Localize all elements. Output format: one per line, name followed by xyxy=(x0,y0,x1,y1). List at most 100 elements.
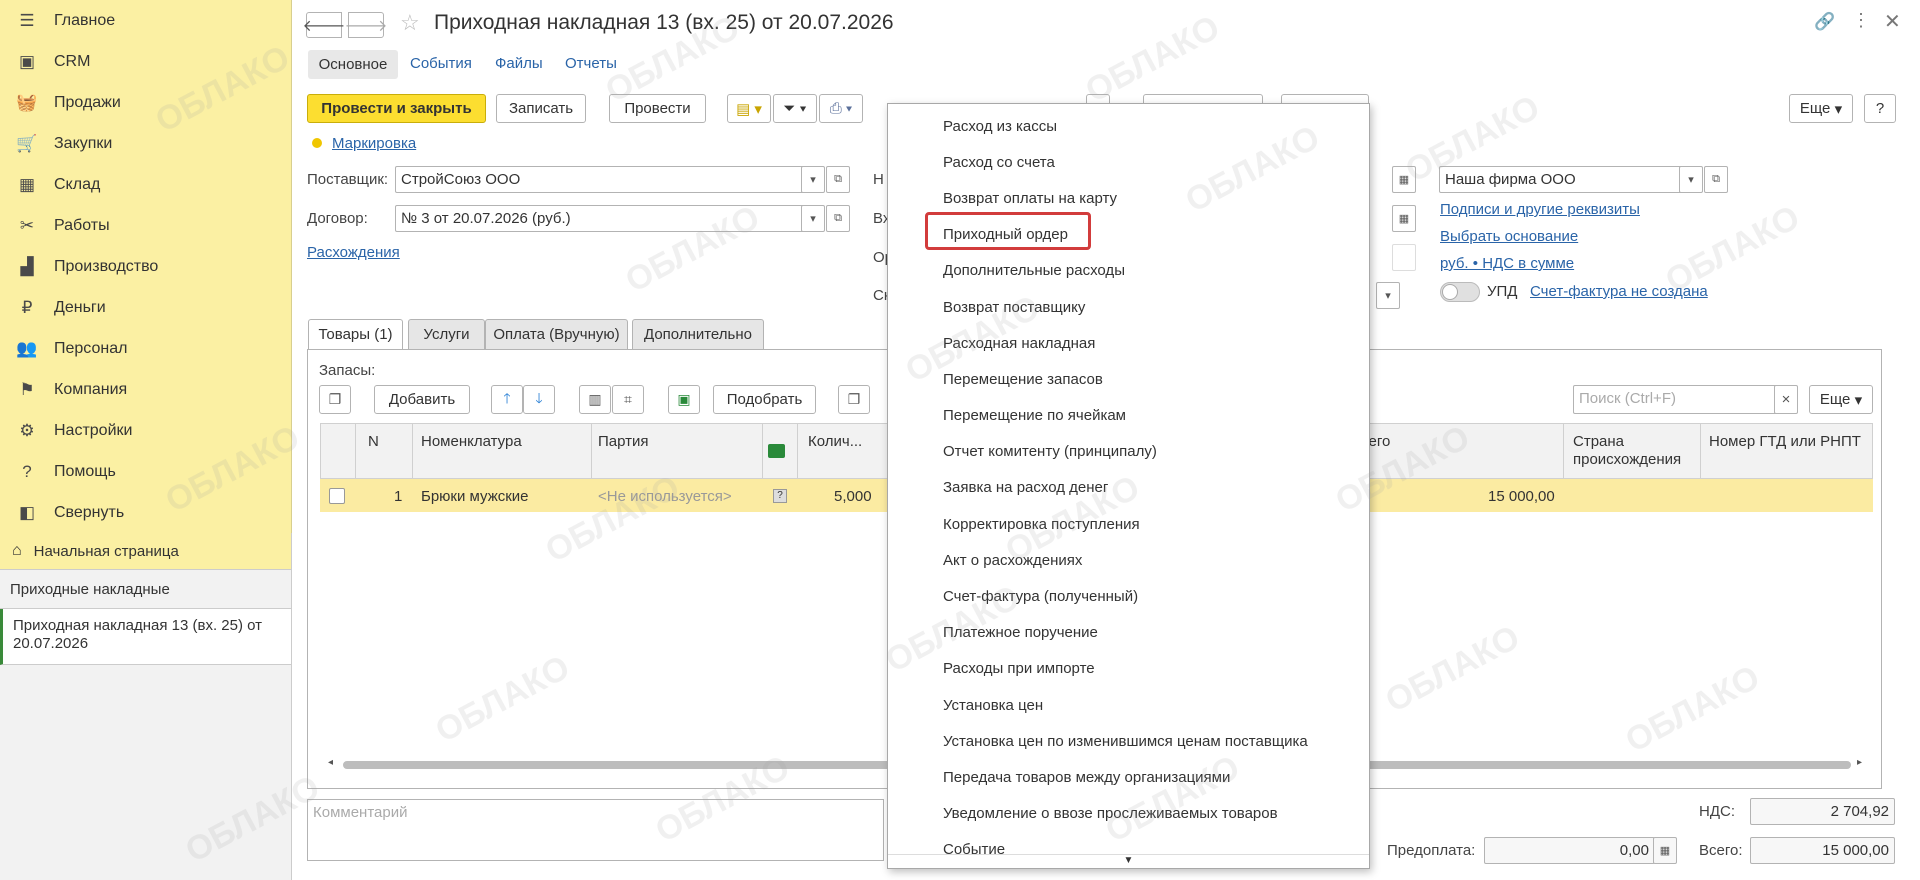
warehouse-dropdown-button[interactable]: ▾ xyxy=(1376,282,1400,309)
sidebar-item[interactable]: ⚑ Компания xyxy=(0,369,291,410)
search-clear-button[interactable]: × xyxy=(1774,385,1798,414)
supplier-field[interactable]: СтройСоюз ООО xyxy=(395,166,805,193)
choose-basis-link[interactable]: Выбрать основание xyxy=(1440,228,1578,245)
hidden-dropdown-button[interactable] xyxy=(1392,244,1416,271)
vat-mode-link[interactable]: руб. • НДС в сумме xyxy=(1440,255,1574,272)
barcode-button[interactable]: ▥ xyxy=(579,385,611,414)
supplier-open-button[interactable]: ⧉ xyxy=(826,166,850,193)
upd-toggle[interactable] xyxy=(1440,282,1480,302)
tab-services[interactable]: Услуги xyxy=(408,319,485,350)
cell-batch[interactable]: <Не используется> xyxy=(598,488,732,505)
scroll-right-icon[interactable]: ▸ xyxy=(1857,757,1862,768)
move-down-button[interactable]: 🡓 xyxy=(523,385,555,414)
dropdown-menu-item[interactable]: Расходная накладная xyxy=(888,325,1369,361)
organization-dropdown-button[interactable]: ▾ xyxy=(1679,166,1703,193)
tab-files[interactable]: Файлы xyxy=(495,55,543,72)
marking-link[interactable]: Маркировка xyxy=(332,135,416,152)
add-row-button[interactable]: Добавить xyxy=(374,385,470,414)
back-button[interactable]: 🡐 xyxy=(303,12,345,38)
dropdown-menu-item[interactable]: Расходы при импорте xyxy=(888,651,1369,687)
sidebar-item[interactable]: 🛒 Закупки xyxy=(0,123,291,164)
paste-button[interactable]: ❐ xyxy=(838,385,870,414)
more-vertical-icon[interactable]: ⋮ xyxy=(1852,10,1870,31)
link-icon[interactable]: 🔗 xyxy=(1814,12,1835,32)
invoice-status-link[interactable]: Счет-фактура не создана xyxy=(1530,283,1708,300)
sidebar-item[interactable]: ? Помощь xyxy=(0,451,291,492)
sidebar-item[interactable]: 🧺 Продажи xyxy=(0,82,291,123)
cell-item[interactable]: Брюки мужские xyxy=(421,488,529,505)
row-checkbox[interactable] xyxy=(329,488,345,504)
copy-rows-button[interactable]: ❐ xyxy=(319,385,351,414)
sidebar-item[interactable]: ▟ Производство xyxy=(0,246,291,287)
prepay-calc-button[interactable]: ▦ xyxy=(1653,837,1677,864)
dropdown-menu-item[interactable]: Акт о расхождениях xyxy=(888,542,1369,578)
post-button[interactable]: Провести xyxy=(609,94,706,123)
print-button[interactable]: ⎙ ▾ xyxy=(819,94,863,123)
tab-events[interactable]: События xyxy=(410,55,472,72)
cell-total[interactable]: 15 000,00 xyxy=(1488,488,1555,505)
dropdown-menu-item[interactable]: Дополнительные расходы xyxy=(888,253,1369,289)
sidebar-item[interactable]: ₽ Деньги xyxy=(0,287,291,328)
tab-goods[interactable]: Товары (1) xyxy=(308,319,403,350)
open-document-link[interactable]: Приходная накладная 13 (вх. 25) от 20.07… xyxy=(0,609,291,665)
sidebar-item[interactable]: ▦ Склад xyxy=(0,164,291,205)
sidebar-item[interactable]: 👥 Персонал xyxy=(0,328,291,369)
price-column-icon xyxy=(768,444,785,458)
dropdown-menu-item[interactable]: Расход со счета xyxy=(888,144,1369,180)
tab-payment[interactable]: Оплата (Вручную) xyxy=(485,319,628,350)
dropdown-menu-item[interactable]: Счет-фактура (полученный) xyxy=(888,578,1369,614)
move-up-button[interactable]: 🡑 xyxy=(491,385,523,414)
supplier-dropdown-button[interactable]: ▾ xyxy=(801,166,825,193)
contract-field[interactable]: № 3 от 20.07.2026 (руб.) xyxy=(395,205,805,232)
open-list-link[interactable]: Приходные накладные xyxy=(0,570,291,609)
discrepancies-link[interactable]: Расхождения xyxy=(307,244,400,261)
forward-button[interactable]: 🡒 xyxy=(345,12,387,38)
dropdown-menu-item[interactable]: Перемещение запасов xyxy=(888,361,1369,397)
sidebar-item[interactable]: ☰ Главное xyxy=(0,0,291,41)
dropdown-menu-item[interactable]: Передача товаров между организациями xyxy=(888,759,1369,795)
tab-main[interactable]: Основное xyxy=(308,50,398,79)
incoming-date-calendar-button[interactable]: ▦ xyxy=(1392,205,1416,232)
scroll-down-arrow-icon[interactable]: ▼ xyxy=(888,854,1369,868)
contract-open-button[interactable]: ⧉ xyxy=(826,205,850,232)
dropdown-menu-item[interactable]: Отчет комитенту (принципалу) xyxy=(888,434,1369,470)
tab-reports[interactable]: Отчеты xyxy=(565,55,617,72)
dropdown-menu-item[interactable]: Корректировка поступления xyxy=(888,506,1369,542)
contract-dropdown-button[interactable]: ▾ xyxy=(801,205,825,232)
sidebar-item[interactable]: ◧ Свернуть xyxy=(0,492,291,533)
dropdown-menu-item[interactable]: Перемещение по ячейкам xyxy=(888,398,1369,434)
dropdown-menu-item[interactable]: Возврат поставщику xyxy=(888,289,1369,325)
grid-more-button[interactable]: Еще ▾ xyxy=(1809,385,1873,414)
scanner-button[interactable]: ⌗ xyxy=(612,385,644,414)
more-button[interactable]: Еще ▾ xyxy=(1789,94,1853,123)
scroll-left-icon[interactable]: ◂ xyxy=(328,757,333,768)
dropdown-menu-item[interactable]: Платежное поручение xyxy=(888,615,1369,651)
cell-qty[interactable]: 5,000 xyxy=(834,488,872,505)
sidebar-item[interactable]: ⚙ Настройки xyxy=(0,410,291,451)
help-button[interactable]: ? xyxy=(1864,94,1896,123)
dropdown-menu-item[interactable]: Заявка на расход денег xyxy=(888,470,1369,506)
create-based-on-button[interactable]: ▤ ▾ xyxy=(727,94,771,123)
dropdown-menu-item[interactable]: Уведомление о ввозе прослеживаемых товар… xyxy=(888,796,1369,832)
home-page-link[interactable]: ⌂ Начальная страница xyxy=(0,533,291,570)
signatures-link[interactable]: Подписи и другие реквизиты xyxy=(1440,201,1640,218)
organization-open-button[interactable]: ⧉ xyxy=(1704,166,1728,193)
pick-button[interactable]: Подобрать xyxy=(713,385,816,414)
favorite-star-icon[interactable]: ☆ xyxy=(400,10,420,36)
search-input[interactable]: Поиск (Ctrl+F) xyxy=(1573,385,1777,414)
sidebar-item[interactable]: ▣ CRM xyxy=(0,41,291,82)
tab-additional[interactable]: Дополнительно xyxy=(632,319,764,350)
date-calendar-button[interactable]: ▦ xyxy=(1392,166,1416,193)
organization-field[interactable]: Наша фирма ООО xyxy=(1439,166,1683,193)
dropdown-menu-item[interactable]: Установка цен xyxy=(888,687,1369,723)
filter-button[interactable]: ⏷ ▾ xyxy=(773,94,817,123)
sidebar-item[interactable]: ✂ Работы xyxy=(0,205,291,246)
comment-field[interactable]: Комментарий xyxy=(307,799,884,861)
price-button[interactable]: ▣ xyxy=(668,385,700,414)
price-help-icon: ? xyxy=(773,489,787,503)
post-and-close-button[interactable]: Провести и закрыть xyxy=(307,94,486,123)
dropdown-menu-item[interactable]: Расход из кассы xyxy=(888,108,1369,144)
dropdown-menu-item[interactable]: Установка цен по изменившимся ценам пост… xyxy=(888,723,1369,759)
save-button[interactable]: Записать xyxy=(496,94,586,123)
close-icon[interactable]: ✕ xyxy=(1884,9,1901,34)
